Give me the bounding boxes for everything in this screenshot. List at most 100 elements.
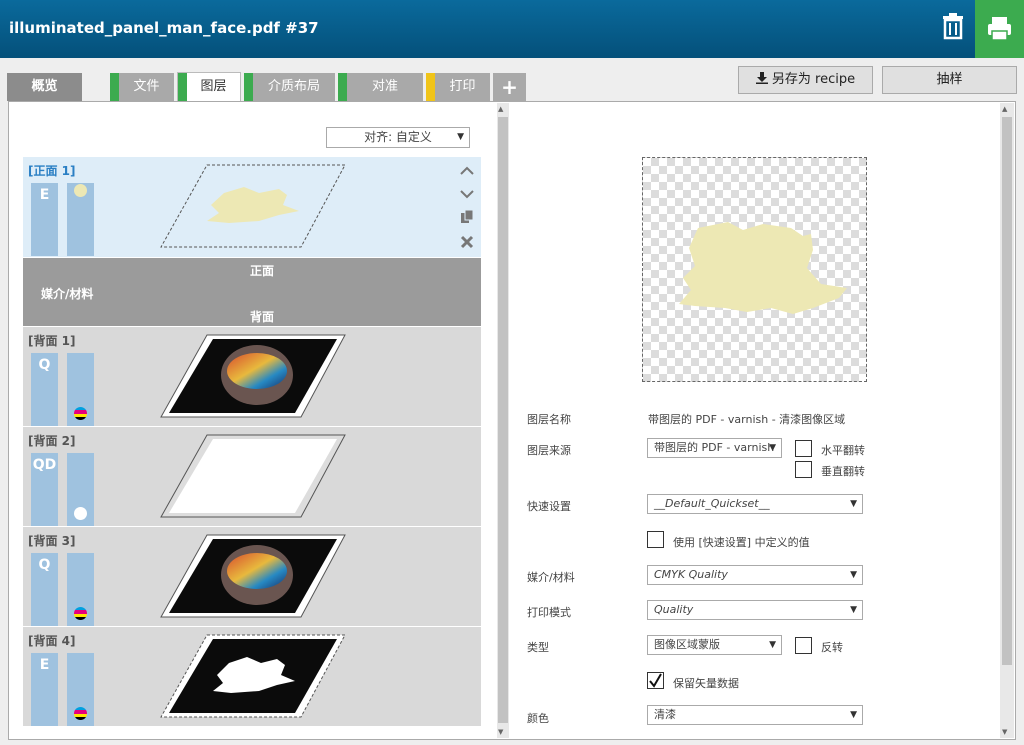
flip-horizontal-checkbox[interactable] — [795, 440, 812, 457]
print-button[interactable] — [975, 0, 1024, 58]
scroll-down-icon[interactable]: ▼ — [1002, 728, 1007, 736]
layer-color-bar — [67, 553, 94, 626]
chevron-down-icon: ▼ — [769, 443, 776, 453]
type-label: 类型 — [527, 641, 549, 654]
chevron-down-icon: ▼ — [850, 710, 857, 720]
flip-vertical-label: 垂直翻转 — [821, 465, 865, 478]
printer-icon — [988, 17, 1011, 41]
print-mode-label: 打印模式 — [527, 606, 571, 619]
layer-row-back-4[interactable]: [背面 4] E — [23, 627, 481, 726]
layer-code-bar: QD — [31, 453, 58, 526]
tab-status-strip — [426, 73, 435, 101]
type-select[interactable]: 图像区域蒙版 ▼ — [647, 635, 782, 655]
media-label: 媒介/材料 — [41, 287, 94, 301]
layer-row-back-2[interactable]: [背面 2] QD — [23, 427, 481, 526]
flip-horizontal-label: 水平翻转 — [821, 444, 865, 457]
chevron-down-icon: ▼ — [850, 605, 857, 615]
layer-name-value: 带图层的 PDF - varnish - 清漆图像区域 — [648, 413, 846, 426]
use-quickset-label: 使用 [快速设置] 中定义的值 — [673, 536, 810, 549]
tab-status-strip — [244, 73, 253, 101]
align-select-value: 对齐: 自定义 — [364, 130, 432, 144]
quickset-label: 快速设置 — [527, 500, 571, 513]
layer-source-label: 图层来源 — [527, 444, 571, 457]
layer-label: [背面 3] — [28, 534, 76, 548]
download-icon — [755, 72, 768, 84]
tab-label: 介质布局 — [267, 79, 320, 94]
print-mode-select[interactable]: Quality ▼ — [647, 600, 863, 620]
tab-print[interactable]: 打印 — [426, 73, 490, 101]
layer-color-bar — [67, 453, 94, 526]
layer-code: E — [39, 657, 50, 673]
save-as-recipe-button[interactable]: 另存为 recipe — [738, 66, 873, 94]
document-title: illuminated_panel_man_face.pdf #37 — [9, 19, 319, 37]
invert-checkbox[interactable] — [795, 637, 812, 654]
layer-code: E — [39, 187, 50, 203]
tab-status-strip — [178, 73, 187, 102]
layer-name-label: 图层名称 — [527, 413, 571, 426]
layer-code: QD — [32, 457, 57, 473]
keep-vector-checkbox[interactable] — [647, 672, 664, 689]
delete-layer-icon[interactable] — [459, 234, 475, 250]
back-label: 背面 — [249, 310, 274, 324]
title-bar: illuminated_panel_man_face.pdf #37 — [0, 0, 1024, 58]
add-tab-button[interactable]: + — [493, 73, 526, 101]
tab-media-layout[interactable]: 介质布局 — [244, 73, 335, 101]
tab-overview[interactable]: 概览 — [7, 73, 82, 101]
use-quickset-checkbox[interactable] — [647, 531, 664, 548]
tab-alignment[interactable]: 对准 — [338, 73, 423, 101]
color-select[interactable]: 清漆 ▼ — [647, 705, 863, 725]
chevron-down-icon: ▼ — [850, 570, 857, 580]
layer-code-bar: Q — [31, 553, 58, 626]
layer-color-bar — [67, 653, 94, 726]
color-label: 颜色 — [527, 712, 549, 725]
print-mode-value: Quality — [654, 603, 694, 616]
move-up-icon[interactable] — [459, 163, 475, 179]
save-as-recipe-label: 另存为 recipe — [771, 72, 856, 87]
move-down-icon[interactable] — [459, 186, 475, 202]
layer-color-bar — [67, 183, 94, 256]
layer-list-scrollbar[interactable]: ▲ ▼ — [497, 103, 509, 738]
layer-row-front-1[interactable]: [正面 1] E — [23, 157, 481, 257]
media-value: CMYK Quality — [654, 568, 728, 581]
scrollbar-thumb[interactable] — [498, 117, 508, 723]
delete-button[interactable] — [933, 8, 973, 48]
layer-color-bar — [67, 353, 94, 426]
layer-preview — [160, 164, 346, 248]
media-select[interactable]: CMYK Quality ▼ — [647, 565, 863, 585]
align-select[interactable]: 对齐: 自定义 ▼ — [326, 127, 470, 148]
varnish-dot-icon — [74, 184, 87, 197]
quickset-select[interactable]: __Default_Quickset__ ▼ — [647, 494, 863, 514]
plus-icon: + — [501, 75, 518, 99]
quickset-value: __Default_Quickset__ — [654, 497, 770, 510]
layer-preview — [160, 634, 346, 718]
tab-label: 概览 — [31, 79, 58, 94]
layer-source-select[interactable]: 带图层的 PDF - varnish ▼ — [647, 438, 782, 458]
sample-button[interactable]: 抽样 — [882, 66, 1017, 94]
copy-icon[interactable] — [459, 209, 475, 225]
scrollbar-thumb[interactable] — [1002, 117, 1012, 665]
layer-row-back-3[interactable]: [背面 3] Q — [23, 527, 481, 626]
layer-code-bar: E — [31, 653, 58, 726]
scroll-down-icon[interactable]: ▼ — [498, 728, 503, 736]
layer-preview — [160, 334, 346, 418]
layer-code-bar: E — [31, 183, 58, 256]
tab-layers[interactable]: 图层 — [177, 72, 241, 102]
flip-vertical-checkbox[interactable] — [795, 461, 812, 478]
layer-source-value: 带图层的 PDF - varnish — [654, 441, 775, 454]
front-label: 正面 — [249, 264, 274, 278]
scroll-up-icon[interactable]: ▲ — [498, 105, 503, 113]
layer-label: [背面 4] — [28, 634, 76, 648]
white-dot-icon — [74, 507, 87, 520]
layer-code: Q — [38, 357, 51, 373]
properties-scrollbar[interactable]: ▲ ▼ — [1000, 103, 1014, 738]
tab-file[interactable]: 文件 — [110, 73, 174, 101]
layer-row-back-1[interactable]: [背面 1] Q — [23, 327, 481, 426]
layer-preview — [160, 534, 346, 618]
scroll-up-icon[interactable]: ▲ — [1002, 105, 1007, 113]
cmyk-icon — [74, 407, 87, 420]
invert-label: 反转 — [821, 641, 843, 654]
layer-preview — [160, 434, 346, 518]
cmyk-icon — [74, 707, 87, 720]
varnish-shape — [679, 222, 847, 314]
type-value: 图像区域蒙版 — [654, 638, 720, 651]
